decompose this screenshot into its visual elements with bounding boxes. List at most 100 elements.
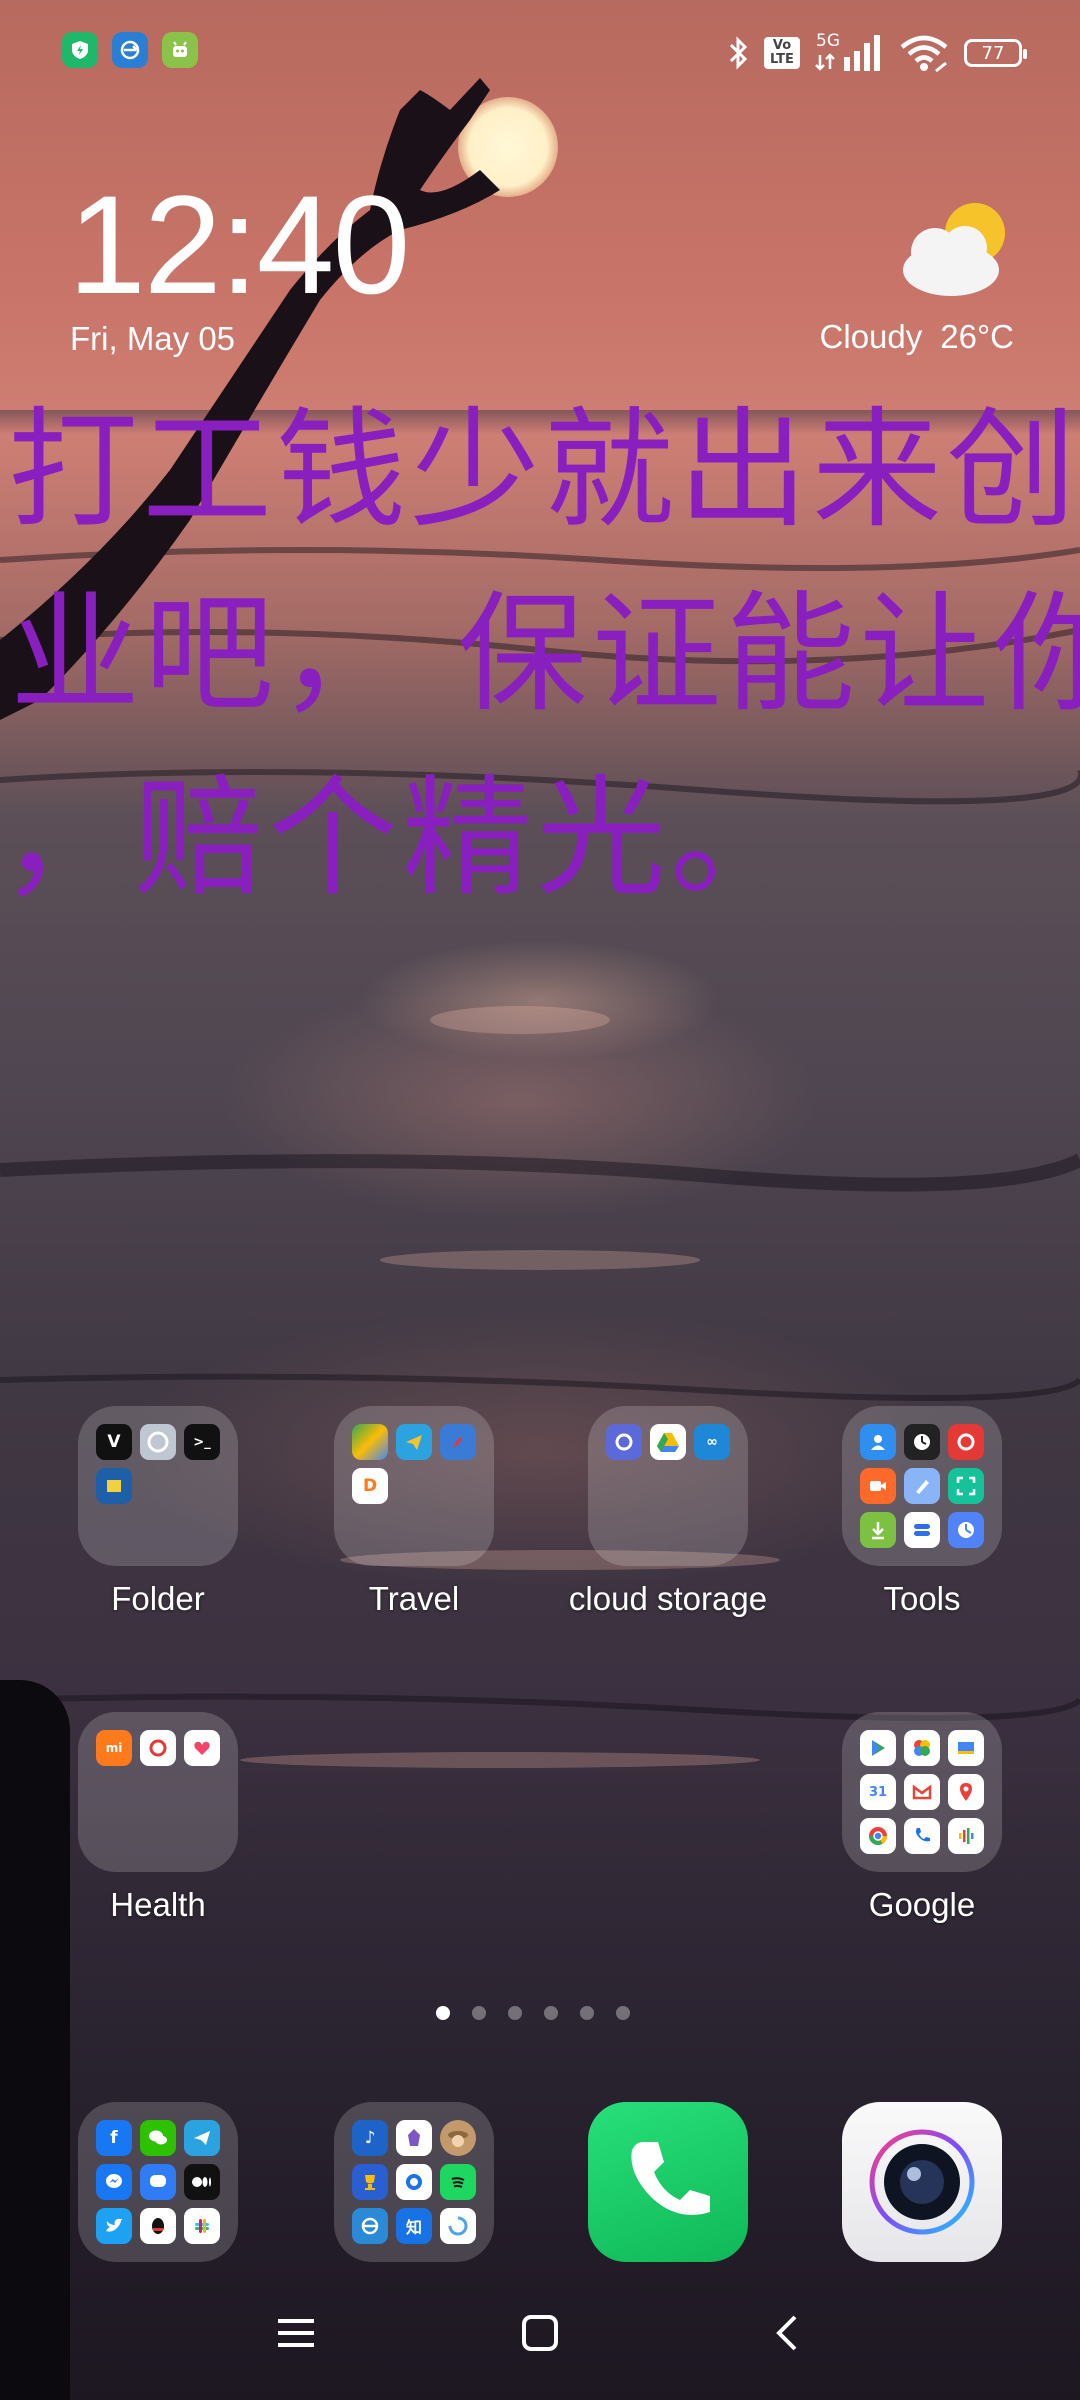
shield-app-icon — [62, 32, 98, 68]
phone-app-icon — [904, 1818, 940, 1854]
person-silhouette — [0, 1680, 70, 2400]
folder-label-tools: Tools — [883, 1580, 961, 1617]
contacts-icon — [860, 1424, 896, 1460]
folder-label-google: Google — [868, 1886, 976, 1923]
twitter-icon — [96, 2208, 132, 2244]
wifi-icon — [900, 35, 948, 73]
page-dot[interactable] — [472, 2006, 486, 2020]
sync-app-icon — [112, 32, 148, 68]
telegram-nav-icon — [396, 1424, 432, 1460]
page-dot-active[interactable] — [436, 2006, 450, 2020]
photos-icon — [904, 1730, 940, 1766]
messenger-icon — [96, 2164, 132, 2200]
overlay-line-2: 业吧， 保证能让你 — [10, 578, 1080, 730]
weather-condition: Cloudy — [819, 318, 923, 355]
download-icon — [860, 1512, 896, 1548]
page-dot[interactable] — [544, 2006, 558, 2020]
notes-icon — [904, 1468, 940, 1504]
nextcloud-c-icon — [606, 1424, 642, 1460]
telegram-icon — [184, 2120, 220, 2156]
scanner-icon — [96, 1468, 132, 1504]
weather-info[interactable]: Cloudy 26°C — [820, 318, 1014, 356]
hat-avatar-icon — [440, 2120, 476, 2156]
ring-icon — [140, 1730, 176, 1766]
podcasts-icon — [948, 1818, 984, 1854]
temperature: 26°C — [940, 318, 1014, 355]
obsidian-icon — [396, 2120, 432, 2156]
terminal-icon: >_ — [184, 1424, 220, 1460]
back-icon — [776, 2315, 797, 2351]
page-dot[interactable] — [616, 2006, 630, 2020]
zhihu-icon: 知 — [396, 2208, 432, 2244]
play-store-icon — [860, 1730, 896, 1766]
heart-icon — [184, 1730, 220, 1766]
tiktok-icon: ♪ — [352, 2120, 388, 2156]
menu-icon — [278, 2319, 314, 2347]
cloudy-weather-icon[interactable] — [895, 200, 1015, 300]
qq-icon — [140, 2208, 176, 2244]
clock-date: Fri, May 05 — [70, 320, 236, 357]
google-drive-icon — [650, 1424, 686, 1460]
slides-icon — [948, 1730, 984, 1766]
folder-cloud-storage[interactable]: ∞ — [588, 1406, 748, 1566]
wallpaper-overlay-text: 打工钱少就出来创 业吧， 保证能让你 ，赔个精光。 — [0, 378, 1080, 930]
video-icon — [860, 1468, 896, 1504]
folder-label-folder: Folder — [111, 1580, 205, 1617]
camera-dock-icon[interactable] — [842, 2102, 1002, 2262]
recorder-icon — [948, 1424, 984, 1460]
scanner-tool-icon — [948, 1468, 984, 1504]
compass-icon — [440, 1424, 476, 1460]
folder-folder[interactable]: V >_ — [78, 1406, 238, 1566]
maps-app-icon — [352, 1424, 388, 1460]
vivaldi-icon: V — [96, 1424, 132, 1460]
folder-label-health: Health — [110, 1886, 206, 1923]
folder-google[interactable]: 31 — [842, 1712, 1002, 1872]
wheel-icon — [140, 1424, 176, 1460]
gmail-icon — [904, 1774, 940, 1810]
home-icon — [522, 2315, 558, 2351]
page-dot[interactable] — [580, 2006, 594, 2020]
wechat-icon — [140, 2120, 176, 2156]
dock-media-folder[interactable]: ♪ 知 — [334, 2102, 494, 2262]
slack-icon — [184, 2208, 220, 2244]
battery-icon: 77 — [964, 39, 1027, 67]
calendar-icon: 31 — [860, 1774, 896, 1810]
medium-icon — [184, 2164, 220, 2200]
google-maps-icon — [948, 1774, 984, 1810]
didi-icon: D — [352, 1468, 388, 1504]
page-indicator[interactable] — [436, 2006, 630, 2020]
navigation-bar — [0, 2300, 1080, 2370]
battery-level: 77 — [981, 42, 1005, 64]
chat-icon — [140, 2164, 176, 2200]
clock-app-icon — [904, 1424, 940, 1460]
folder-health[interactable]: mi — [78, 1712, 238, 1872]
browser-icon — [396, 2164, 432, 2200]
folder-label-cloud-storage: cloud storage — [568, 1580, 768, 1617]
signal-icon: 5G — [814, 31, 884, 73]
toggle-icon — [904, 1512, 940, 1548]
overlay-line-3: ，赔个精光。 — [0, 762, 805, 914]
dock-social-folder[interactable]: f — [78, 2102, 238, 2262]
spotify-icon — [440, 2164, 476, 2200]
status-bar: Vo LTE 5G 77 — [0, 28, 1080, 78]
page-dot[interactable] — [508, 2006, 522, 2020]
folder-label-travel: Travel — [368, 1580, 460, 1617]
overlay-line-1: 打工钱少就出来创 — [8, 394, 1080, 546]
folder-tools[interactable] — [842, 1406, 1002, 1566]
menu-nav-button[interactable] — [266, 2308, 326, 2358]
clock-time[interactable]: 12:40 — [68, 175, 410, 315]
loading-icon — [440, 2208, 476, 2244]
facebook-icon: f — [96, 2120, 132, 2156]
nextcloud-icon: ∞ — [694, 1424, 730, 1460]
android-app-icon — [162, 32, 198, 68]
sync-folder-icon — [352, 2208, 388, 2244]
bluetooth-icon — [729, 36, 748, 70]
phone-dock-icon[interactable] — [588, 2102, 748, 2262]
volte-icon: Vo LTE — [764, 37, 800, 69]
trophy-icon — [352, 2164, 388, 2200]
clock-blue-icon — [948, 1512, 984, 1548]
folder-travel[interactable]: D — [334, 1406, 494, 1566]
back-nav-button[interactable] — [756, 2308, 816, 2358]
home-nav-button[interactable] — [510, 2308, 570, 2358]
mi-fit-icon: mi — [96, 1730, 132, 1766]
